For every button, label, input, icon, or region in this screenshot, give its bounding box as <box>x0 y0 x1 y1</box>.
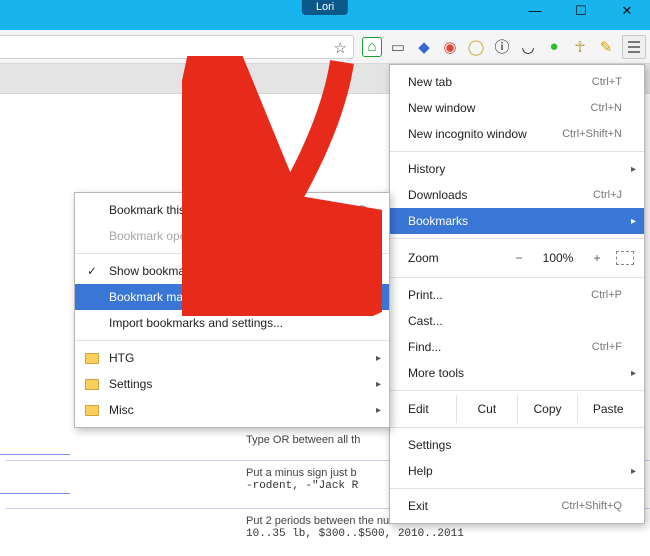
bookmark-star-icon[interactable]: ☆ <box>334 39 347 57</box>
zoom-label: Zoom <box>408 251 500 265</box>
menu-new-window[interactable]: New windowCtrl+N <box>390 95 644 121</box>
submenu-import-bookmarks[interactable]: Import bookmarks and settings... <box>75 310 389 336</box>
folder-icon <box>85 353 99 364</box>
check-icon: ✓ <box>87 264 97 278</box>
zoom-in-button[interactable]: + <box>586 251 608 265</box>
menu-new-tab[interactable]: New tabCtrl+T <box>390 69 644 95</box>
home-icon[interactable]: ⌂ <box>362 37 382 57</box>
zoom-percent: 100% <box>538 251 578 265</box>
submenu-folder[interactable]: Settings <box>75 371 389 397</box>
menu-more-tools[interactable]: More tools <box>390 360 644 386</box>
green-dot-icon[interactable]: ● <box>544 37 564 57</box>
edit-copy[interactable]: Copy <box>517 395 578 423</box>
edit-label: Edit <box>408 402 456 416</box>
fullscreen-icon[interactable] <box>616 251 634 265</box>
menu-history[interactable]: History <box>390 156 644 182</box>
menu-cast[interactable]: Cast... <box>390 308 644 334</box>
menu-find[interactable]: Find...Ctrl+F <box>390 334 644 360</box>
bookmarks-submenu: Bookmark this page...Ctrl+D Bookmark ope… <box>74 192 390 428</box>
pocket-icon[interactable]: ◡ <box>518 37 538 57</box>
phone-icon[interactable]: ▭ <box>388 37 408 57</box>
submenu-folder[interactable]: Misc <box>75 397 389 423</box>
submenu-bookmark-open-pages: Bookmark open pages...Ctrl+Shift+D <box>75 223 389 249</box>
menu-settings[interactable]: Settings <box>390 432 644 458</box>
edit-cut[interactable]: Cut <box>456 395 517 423</box>
submenu-bookmark-manager[interactable]: Bookmark managerCtrl+Shift+O <box>75 284 389 310</box>
edit-paste[interactable]: Paste <box>577 395 638 423</box>
main-menu-button[interactable] <box>622 35 646 59</box>
submenu-folder[interactable]: HTG <box>75 345 389 371</box>
window-titlebar: Lori — ☐ ✕ <box>0 0 650 30</box>
submenu-bookmark-page[interactable]: Bookmark this page...Ctrl+D <box>75 197 389 223</box>
browser-toolbar: ☆ ⌂ ▭ ◆ ◉ ◯ ⓘ ◡ ● ☥ ✎ <box>0 30 650 64</box>
window-minimize[interactable]: — <box>512 0 558 22</box>
window-maximize[interactable]: ☐ <box>558 0 604 22</box>
submenu-show-bookmarks-bar[interactable]: ✓ Show bookmarks barCtrl+Shift+B <box>75 258 389 284</box>
zoom-out-button[interactable]: − <box>508 251 530 265</box>
window-close[interactable]: ✕ <box>604 0 650 22</box>
menu-new-incognito[interactable]: New incognito windowCtrl+Shift+N <box>390 121 644 147</box>
menu-zoom-row: Zoom − 100% + <box>390 243 644 273</box>
menu-edit-row: Edit Cut Copy Paste <box>390 395 644 423</box>
info-icon[interactable]: ⓘ <box>492 37 512 57</box>
menu-downloads[interactable]: DownloadsCtrl+J <box>390 182 644 208</box>
shield-icon[interactable]: ◆ <box>414 37 434 57</box>
main-menu: New tabCtrl+T New windowCtrl+N New incog… <box>389 64 645 524</box>
omnibox[interactable]: ☆ <box>0 35 354 59</box>
menu-exit[interactable]: ExitCtrl+Shift+Q <box>390 493 644 519</box>
menu-print[interactable]: Print...Ctrl+P <box>390 282 644 308</box>
ankh-icon[interactable]: ☥ <box>570 37 590 57</box>
pencil-icon[interactable]: ✎ <box>596 37 616 57</box>
menu-help[interactable]: Help <box>390 458 644 484</box>
folder-icon <box>85 405 99 416</box>
chrome-icon[interactable]: ◉ <box>440 37 460 57</box>
user-badge[interactable]: Lori <box>302 0 348 15</box>
folder-icon <box>85 379 99 390</box>
circle-icon[interactable]: ◯ <box>466 37 486 57</box>
menu-bookmarks[interactable]: Bookmarks <box>390 208 644 234</box>
